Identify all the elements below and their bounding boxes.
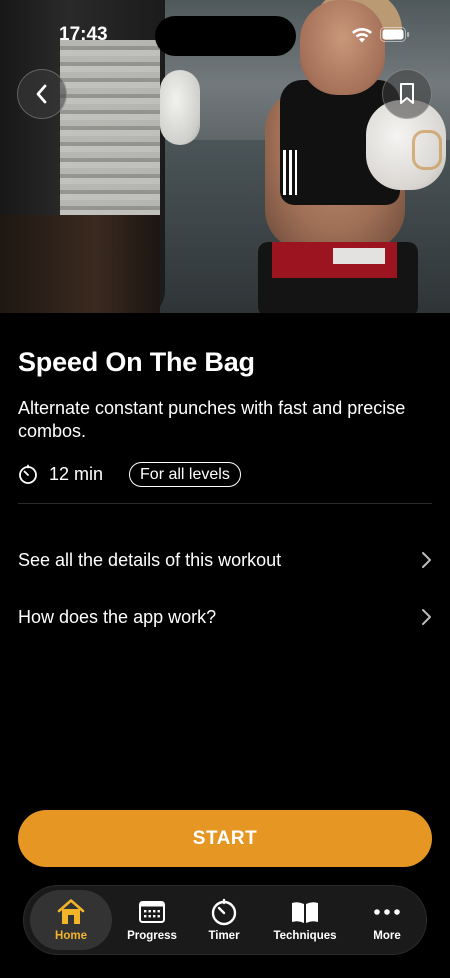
tab-progress[interactable]: Progress xyxy=(116,890,188,950)
tab-timer-label: Timer xyxy=(208,930,240,942)
bookmark-button[interactable] xyxy=(382,69,432,119)
dynamic-island xyxy=(155,16,296,56)
how-app-works-link[interactable]: How does the app work? xyxy=(18,602,432,632)
hero-punching-bag-tape xyxy=(60,40,160,220)
wifi-icon xyxy=(352,28,372,43)
tab-more-label: More xyxy=(373,930,401,942)
start-button[interactable]: START xyxy=(18,810,432,867)
bookmark-icon xyxy=(400,83,414,104)
workout-meta: 12 min For all levels xyxy=(18,461,241,487)
chevron-left-icon xyxy=(36,84,47,104)
workout-details-link[interactable]: See all the details of this workout xyxy=(18,545,432,575)
tab-home[interactable]: Home xyxy=(30,890,112,950)
tab-home-label: Home xyxy=(55,930,87,942)
tab-progress-label: Progress xyxy=(127,930,177,942)
timer-icon xyxy=(211,898,237,926)
workout-duration: 12 min xyxy=(49,463,104,484)
chevron-right-icon xyxy=(422,609,431,625)
start-button-label: START xyxy=(192,827,258,849)
hero-glove-left xyxy=(160,70,200,145)
chevron-right-icon xyxy=(422,552,431,568)
workout-description: Alternate constant punches with fast and… xyxy=(18,398,406,441)
level-badge: For all levels xyxy=(129,461,241,487)
hero-boxer-waist-label xyxy=(333,248,385,264)
hero-boxer-stripes xyxy=(283,150,297,195)
hero-glove-accent xyxy=(412,130,442,170)
battery-icon xyxy=(380,27,410,42)
timer-icon xyxy=(19,464,37,484)
tab-more[interactable]: More xyxy=(354,890,420,950)
how-app-works-label: How does the app work? xyxy=(18,606,217,627)
tab-bar: Home Progress Timer Techniques More xyxy=(23,885,427,955)
workout-details-label: See all the details of this workout xyxy=(18,549,282,570)
status-time: 17:43 xyxy=(59,24,108,45)
tab-techniques-label: Techniques xyxy=(273,930,337,942)
hero-punching-bag-bottom xyxy=(0,215,160,313)
hero-boxer-head xyxy=(300,0,385,95)
tab-timer[interactable]: Timer xyxy=(192,890,256,950)
workout-title: Speed On The Bag xyxy=(18,347,255,377)
divider xyxy=(18,503,432,504)
calendar-icon xyxy=(139,901,165,923)
home-icon xyxy=(57,899,85,924)
more-dots-icon xyxy=(374,909,400,915)
tab-techniques[interactable]: Techniques xyxy=(260,890,350,950)
back-button[interactable] xyxy=(17,69,67,119)
book-icon xyxy=(292,902,318,923)
